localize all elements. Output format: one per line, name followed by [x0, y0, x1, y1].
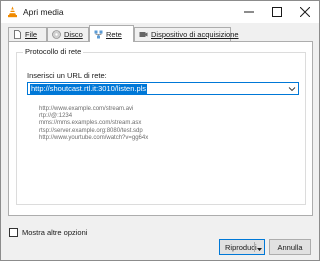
show-more-options-label[interactable]: Mostra altre opzioni: [22, 228, 87, 237]
tab-capture-device-label: Dispositivo di acquisizione: [151, 30, 239, 39]
url-example: rtsp://server.example.org:8080/test.sdp: [39, 127, 143, 134]
play-button[interactable]: Riproduci: [219, 239, 265, 255]
close-icon: [300, 7, 310, 17]
url-example: mms://mms.examples.com/stream.asx: [39, 120, 142, 127]
url-examples-list: http://www.example.com/stream.avi rtp://…: [39, 106, 148, 142]
close-button[interactable]: [291, 1, 319, 23]
split-divider: [254, 242, 255, 252]
network-icon: [94, 30, 103, 39]
show-more-options-checkbox[interactable]: [9, 228, 18, 237]
minimize-button[interactable]: [235, 1, 263, 23]
url-example: http://www.yourtube.com/watch?v=gg64x: [39, 134, 149, 141]
url-combobox[interactable]: http://shoutcast.rtl.it:3010/listen.pls: [27, 82, 299, 95]
url-example: rtp://@:1234: [39, 113, 73, 120]
url-value[interactable]: http://shoutcast.rtl.it:3010/listen.pls: [30, 84, 148, 94]
dropdown-arrow-icon[interactable]: [257, 245, 262, 251]
minimize-icon: [244, 11, 254, 13]
group-title: Protocollo di rete: [23, 47, 84, 56]
tab-disc[interactable]: Disco: [47, 27, 89, 41]
url-example: http://www.example.com/stream.avi: [39, 106, 134, 112]
maximize-icon: [272, 7, 282, 17]
vlc-cone-icon: [7, 6, 18, 18]
show-more-options[interactable]: Mostra altre opzioni: [9, 228, 87, 237]
file-icon: [13, 30, 22, 39]
tab-file-label: File: [25, 30, 38, 39]
cancel-button[interactable]: Annulla: [269, 239, 311, 255]
tab-capture-device[interactable]: Dispositivo di acquisizione: [134, 27, 239, 41]
disc-icon: [52, 30, 61, 39]
tab-network-label: Rete: [106, 29, 122, 39]
cancel-button-label: Annulla: [277, 242, 303, 252]
title-bar[interactable]: Apri media: [1, 1, 319, 23]
maximize-button[interactable]: [263, 1, 291, 23]
chevron-down-icon[interactable]: [288, 85, 296, 93]
capture-device-icon: [139, 30, 148, 39]
tab-disc-label: Disco: [64, 30, 83, 39]
network-protocol-group: Protocollo di rete Inserisci un URL di r…: [16, 47, 306, 205]
tab-network[interactable]: Rete: [89, 25, 134, 42]
network-tab-panel: Protocollo di rete Inserisci un URL di r…: [8, 41, 313, 216]
tab-file[interactable]: File: [8, 27, 47, 41]
play-button-label: Riproduci: [225, 243, 257, 252]
window-title: Apri media: [23, 7, 64, 17]
url-label: Inserisci un URL di rete:: [27, 71, 107, 80]
open-media-dialog: Apri media File Disco Rete Dispositivo d…: [0, 0, 320, 261]
